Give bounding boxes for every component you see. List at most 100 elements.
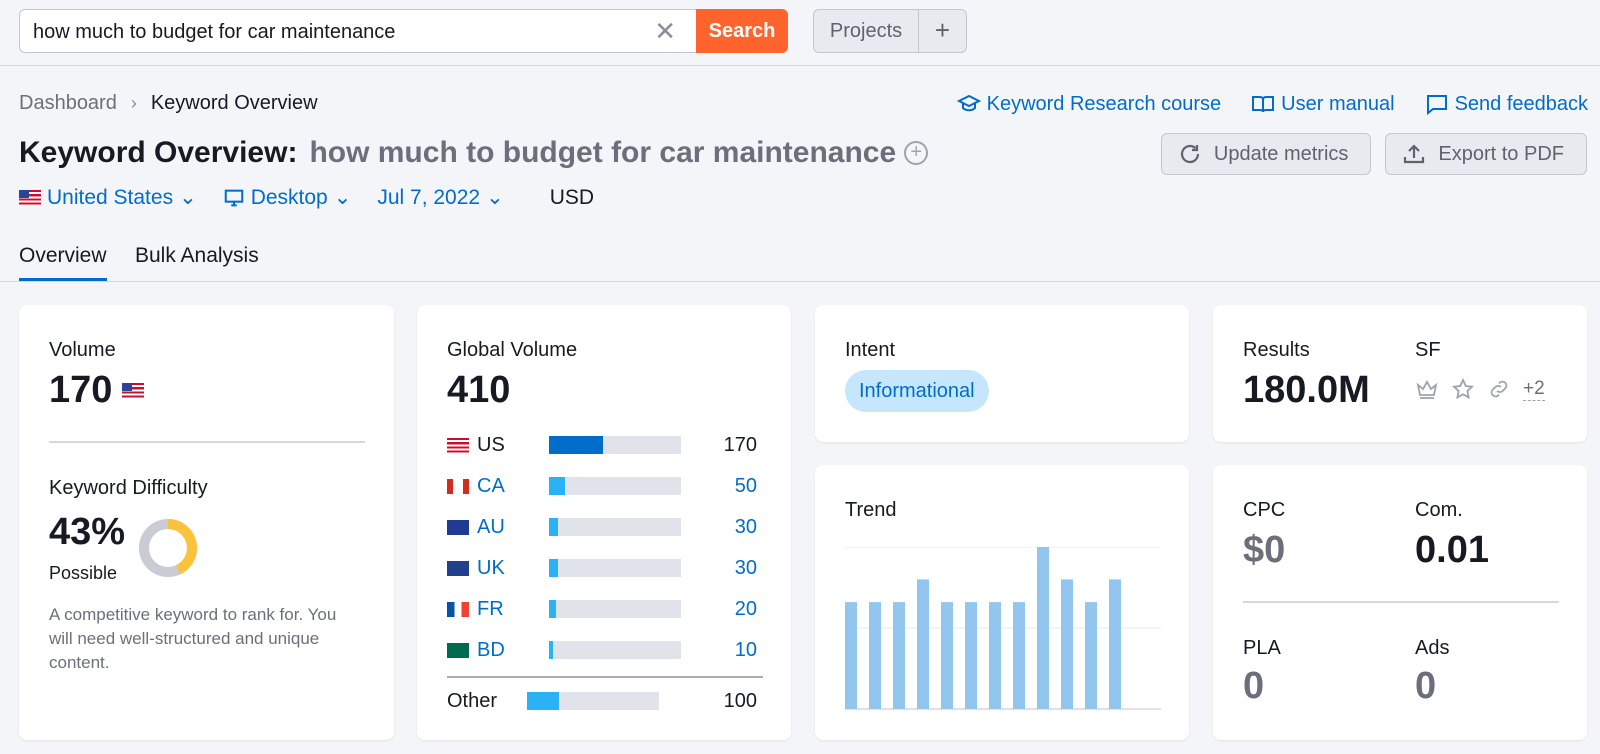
trend-bar[interactable] — [965, 602, 977, 709]
com-value: 0.01 — [1415, 529, 1489, 571]
country-volume[interactable]: 30 — [735, 557, 757, 580]
volume-bar — [549, 641, 681, 659]
sf-more[interactable]: +2 — [1523, 378, 1545, 401]
volume-value-group: 170 — [49, 369, 145, 412]
link-icon[interactable] — [1487, 377, 1511, 401]
star-icon[interactable] — [1451, 377, 1475, 401]
country-code[interactable]: FR — [477, 598, 527, 621]
manual-label: User manual — [1281, 92, 1395, 115]
global-volume-row: FR 20 — [447, 597, 757, 621]
trend-bar[interactable] — [845, 602, 857, 709]
trend-bar[interactable] — [1085, 602, 1097, 709]
ads-label: Ads — [1415, 637, 1450, 659]
trend-bar[interactable] — [1013, 602, 1025, 709]
country-code[interactable]: AU — [477, 516, 527, 539]
divider — [1243, 601, 1559, 603]
graduation-cap-icon — [956, 94, 981, 112]
volume-bar — [527, 692, 659, 710]
country-code[interactable]: UK — [477, 557, 527, 580]
refresh-icon — [1180, 144, 1199, 164]
trend-bar[interactable] — [893, 602, 905, 709]
global-volume-row: AU 30 — [447, 515, 757, 539]
country-code[interactable]: CA — [477, 475, 527, 498]
cpc-label: CPC — [1243, 499, 1286, 521]
device-label: Desktop — [250, 185, 328, 209]
desktop-icon — [224, 189, 243, 206]
kd-level: Possible — [49, 563, 118, 583]
us-flag-icon — [447, 437, 469, 453]
projects-button[interactable]: Projects — [814, 10, 919, 52]
top-bar: how much to budget for car maintenance ✕… — [0, 0, 1600, 66]
global-volume-other-row: Other 100 — [447, 689, 757, 713]
volume-card: Volume 170 Keyword Difficulty 43% Possib… — [19, 305, 394, 740]
volume-bar-fill — [549, 436, 603, 454]
country-volume[interactable]: 20 — [735, 598, 757, 621]
tab-bulk-analysis[interactable]: Bulk Analysis — [135, 244, 259, 278]
divider — [447, 676, 763, 678]
ads-value: 0 — [1415, 665, 1437, 707]
intent-badge: Informational — [845, 370, 989, 412]
cpc-value: $0 — [1243, 529, 1286, 571]
country-volume[interactable]: 170 — [724, 434, 757, 457]
send-feedback-link[interactable]: Send feedback — [1425, 92, 1588, 116]
breadcrumb: Dashboard › Keyword Overview — [19, 92, 318, 115]
kd-description: A competitive keyword to rank for. You w… — [49, 605, 337, 672]
trend-bar[interactable] — [941, 602, 953, 709]
tabs: Overview Bulk Analysis — [0, 236, 1600, 282]
country-volume[interactable]: 30 — [735, 516, 757, 539]
other-label: Other — [447, 689, 498, 712]
country-code[interactable]: BD — [477, 639, 527, 662]
intent-card: Intent Informational — [815, 305, 1189, 442]
volume-value: 170 — [49, 369, 113, 411]
trend-bar[interactable] — [1037, 547, 1049, 709]
device-select[interactable]: Desktop ⌄ — [223, 185, 352, 210]
projects-control: Projects + — [813, 9, 967, 53]
trend-bar[interactable] — [917, 579, 929, 709]
keyword-research-course-link[interactable]: Keyword Research course — [956, 92, 1221, 116]
export-pdf-label: Export to PDF — [1438, 142, 1564, 165]
global-volume-row: CA 50 — [447, 474, 757, 498]
trend-bar[interactable] — [989, 602, 1001, 709]
global-volume-row: US 170 — [447, 433, 757, 457]
pla-label: PLA — [1243, 637, 1281, 659]
chevron-down-icon: ⌄ — [333, 186, 352, 209]
fr-flag-icon — [447, 601, 469, 617]
export-pdf-button[interactable]: Export to PDF — [1385, 133, 1587, 175]
trend-bar[interactable] — [869, 602, 881, 709]
country-select[interactable]: United States ⌄ — [19, 185, 197, 210]
kd-donut-chart — [139, 519, 197, 577]
us-flag-icon — [122, 383, 145, 398]
trend-bar[interactable] — [1109, 579, 1121, 709]
search-query[interactable]: how much to budget for car maintenance — [33, 21, 395, 44]
breadcrumb-dashboard[interactable]: Dashboard — [19, 92, 117, 115]
add-project-button[interactable]: + — [919, 10, 966, 52]
results-card: Results 180.0M SF +2 — [1213, 305, 1587, 442]
volume-bar-fill — [549, 559, 558, 577]
message-icon — [1426, 95, 1447, 116]
add-keyword-icon[interactable]: + — [904, 141, 929, 165]
search-input[interactable]: how much to budget for car maintenance ✕ — [19, 9, 696, 53]
help-links: Keyword Research course User manual Send… — [956, 92, 1588, 116]
country-volume[interactable]: 10 — [735, 639, 757, 662]
chevron-down-icon: ⌄ — [486, 186, 504, 209]
global-volume-row: BD 10 — [447, 638, 757, 662]
other-volume: 100 — [723, 689, 757, 712]
chevron-right-icon: › — [130, 93, 137, 113]
date-label: Jul 7, 2022 — [377, 185, 481, 209]
user-manual-link[interactable]: User manual — [1251, 92, 1395, 116]
country-volume[interactable]: 50 — [735, 475, 757, 498]
com-label: Com. — [1415, 499, 1463, 521]
date-select[interactable]: Jul 7, 2022 ⌄ — [377, 185, 503, 210]
update-metrics-button[interactable]: Update metrics — [1160, 133, 1372, 175]
volume-bar-fill — [549, 518, 558, 536]
trend-card: Trend — [815, 465, 1189, 740]
clear-icon[interactable]: ✕ — [654, 16, 676, 47]
crown-icon[interactable] — [1415, 377, 1439, 401]
search-button[interactable]: Search — [696, 9, 788, 53]
volume-bar-fill — [549, 600, 556, 618]
us-flag-icon — [19, 190, 41, 205]
au-flag-icon — [447, 519, 469, 535]
country-code[interactable]: US — [477, 434, 527, 457]
trend-bar[interactable] — [1061, 579, 1073, 709]
tab-overview[interactable]: Overview — [19, 244, 107, 281]
